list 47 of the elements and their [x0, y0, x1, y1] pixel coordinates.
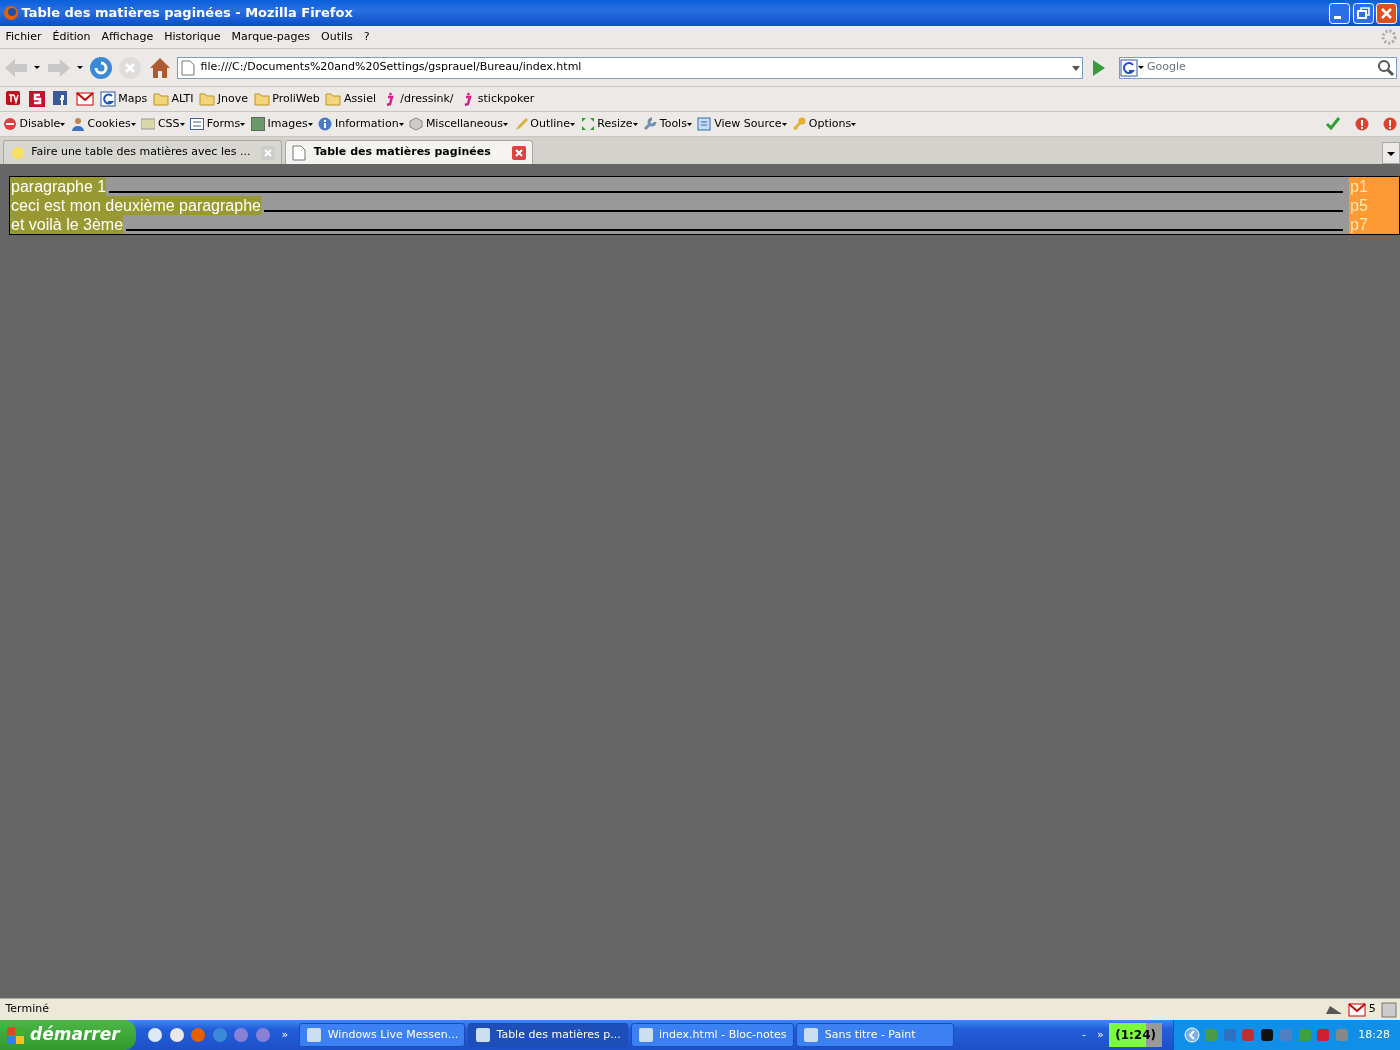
- menu-item[interactable]: Marque-pages: [231, 28, 311, 46]
- taskbar-button[interactable]: index.html - Bloc-notes: [630, 1023, 794, 1047]
- menu-item[interactable]: Historique: [164, 28, 221, 46]
- toc-page-number: p1: [1349, 177, 1399, 196]
- toolbar-menu-button[interactable]: Outline: [530, 115, 576, 133]
- mail-count[interactable]: 5: [1348, 1001, 1376, 1018]
- tray-chevron[interactable]: »: [1091, 1026, 1110, 1044]
- address-field[interactable]: file:///C:/Documents%20and%20Settings/gsprauel/Bureau/index.html: [177, 56, 1083, 79]
- toolbar-menu-button[interactable]: Information: [334, 115, 404, 133]
- menu-item[interactable]: ?: [363, 28, 370, 46]
- browser-tab[interactable]: Table des matières paginées: [285, 140, 534, 164]
- bookmark-link[interactable]: ProliWeb: [253, 90, 320, 108]
- toolbar-menu-button[interactable]: Resize: [597, 115, 638, 133]
- toc-page-number: p7: [1349, 215, 1399, 234]
- status-text: Terminé: [4, 1001, 50, 1018]
- taskbar-button[interactable]: Windows Live Messen...: [299, 1023, 466, 1047]
- url-text: file:///C:/Documents%20and%20Settings/gsprauel/Bureau/index.html: [200, 59, 583, 76]
- bookmark-link[interactable]: ALTI: [152, 90, 194, 108]
- menu-item[interactable]: Outils: [321, 28, 353, 46]
- toolbar-menu-button[interactable]: Miscellaneous: [425, 115, 508, 133]
- search-field[interactable]: Google: [1119, 56, 1398, 79]
- window-title: Table des matières paginées - Mozilla Firefox: [21, 4, 354, 23]
- search-placeholder: Google: [1146, 59, 1187, 76]
- minus-text: -: [1081, 1026, 1087, 1043]
- toolbar-menu-button[interactable]: Options: [808, 115, 857, 133]
- menu-item[interactable]: Édition: [52, 28, 91, 46]
- toolbar-menu-button[interactable]: Disable: [19, 115, 66, 133]
- toolbar-menu-button[interactable]: Tools: [659, 115, 692, 133]
- menu-item[interactable]: Fichier: [5, 28, 42, 46]
- toolbar-menu-button[interactable]: Cookies: [87, 115, 136, 133]
- taskbar-button[interactable]: Sans titre - Paint: [796, 1023, 955, 1047]
- toolbar-menu-button[interactable]: Forms: [206, 115, 246, 133]
- bookmark-link[interactable]: Jnove: [199, 90, 249, 108]
- taskbar-button[interactable]: Table des matières p...: [468, 1023, 628, 1047]
- timer-display: (1:24): [1109, 1023, 1163, 1047]
- toolbar-menu-button[interactable]: CSS: [157, 115, 185, 133]
- toc-page-number: p5: [1349, 196, 1399, 215]
- toolbar-menu-button[interactable]: Images: [267, 115, 313, 133]
- quick-launch-chevron[interactable]: »: [270, 1026, 300, 1044]
- menu-item[interactable]: Affichage: [101, 28, 154, 46]
- bookmark-link[interactable]: stickpoker: [459, 90, 535, 108]
- clock-text: 18:28: [1357, 1026, 1390, 1043]
- bookmark-link[interactable]: Assiel: [325, 90, 376, 108]
- browser-tab[interactable]: Faire une table des matières avec les ...: [2, 140, 283, 164]
- bookmark-link[interactable]: /dressink/: [381, 90, 454, 108]
- bookmark-link[interactable]: Maps: [99, 90, 148, 108]
- toolbar-menu-button[interactable]: View Source: [714, 115, 787, 133]
